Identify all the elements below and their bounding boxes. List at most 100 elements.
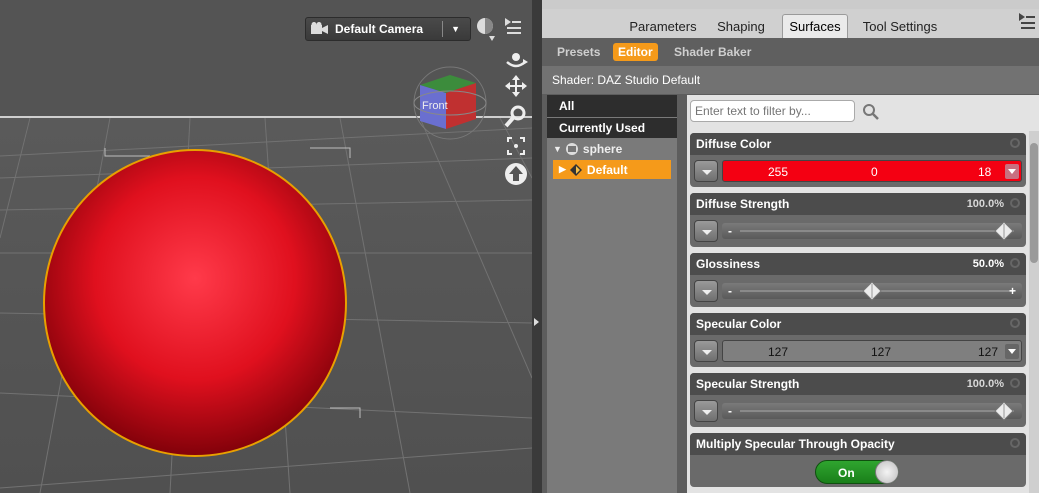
property-menu-button[interactable]	[694, 280, 718, 302]
slider-minus: -	[728, 404, 732, 418]
color-blue-value[interactable]: 18	[978, 165, 991, 179]
scrollbar-thumb[interactable]	[1030, 143, 1038, 263]
property-value: 100.0%	[966, 378, 1004, 390]
figure-node-icon	[565, 143, 578, 155]
property-specular-color: Specular Color 127 127 127	[690, 313, 1026, 367]
property-label: Specular Strength	[696, 377, 800, 391]
pane-tabbar: Parameters Shaping Surfaces Tool Setting…	[542, 9, 1039, 38]
subtab-shader-baker[interactable]: Shader Baker	[669, 43, 756, 61]
camera-label: Default Camera	[335, 22, 424, 36]
surface-subtabs: Presets Editor Shader Baker	[542, 38, 1039, 66]
property-specular-strength: Specular Strength 100.0% -	[690, 373, 1026, 427]
tab-tool-settings[interactable]: Tool Settings	[854, 14, 946, 38]
slider-track[interactable]: -	[722, 221, 1022, 241]
gear-icon[interactable]	[1009, 137, 1021, 149]
subtab-presets[interactable]: Presets	[552, 43, 605, 61]
gear-icon[interactable]	[1009, 317, 1021, 329]
toggle-label: On	[838, 466, 855, 480]
color-blue-value[interactable]: 127	[978, 345, 998, 359]
expand-arrow-icon	[534, 318, 539, 326]
separator	[442, 21, 443, 37]
color-field[interactable]: 255 0 18	[722, 160, 1022, 182]
property-label: Specular Color	[696, 317, 782, 331]
subtab-editor[interactable]: Editor	[613, 43, 658, 61]
property-menu-button[interactable]	[694, 340, 718, 362]
surface-tree: All Currently Used ▼ sphere ▶ Default	[547, 95, 677, 493]
red-sphere[interactable]	[42, 148, 348, 458]
pane-menu-icon[interactable]	[1019, 13, 1035, 31]
panel-collapse-handle[interactable]	[532, 0, 542, 493]
property-menu-button[interactable]	[694, 220, 718, 242]
pan-icon[interactable]	[504, 74, 528, 98]
draw-style-icon[interactable]	[475, 16, 497, 42]
view-cube-label: Front	[422, 100, 448, 112]
zoom-icon[interactable]	[504, 104, 528, 128]
property-label: Diffuse Strength	[696, 197, 790, 211]
color-red-value[interactable]: 255	[768, 165, 788, 179]
gear-icon[interactable]	[1009, 257, 1021, 269]
frame-icon[interactable]	[504, 134, 528, 158]
property-diffuse-color: Diffuse Color 255 0 18	[690, 133, 1026, 187]
slider-line	[740, 230, 1014, 232]
shader-label: Shader: DAZ Studio Default	[542, 66, 1039, 94]
color-picker-dropdown[interactable]	[1005, 344, 1019, 359]
slider-knob[interactable]	[862, 281, 882, 301]
property-multiply-specular-through-opacity: Multiply Specular Through Opacity On	[690, 433, 1026, 487]
color-green-value[interactable]: 127	[871, 345, 891, 359]
property-label: Glossiness	[696, 257, 761, 271]
camera-dropdown[interactable]: Default Camera ▼	[305, 17, 471, 41]
tree-item-label: sphere	[582, 142, 623, 156]
search-icon[interactable]	[862, 103, 880, 121]
property-label: Diffuse Color	[696, 137, 772, 151]
property-header: Glossiness 50.0%	[690, 253, 1026, 275]
color-green-value[interactable]: 0	[871, 165, 878, 179]
filter-input[interactable]	[690, 100, 855, 122]
property-value: 50.0%	[972, 258, 1004, 270]
property-diffuse-strength: Diffuse Strength 100.0% -	[690, 193, 1026, 247]
orbit-icon[interactable]	[504, 48, 528, 72]
tree-expand-icon[interactable]: ▼	[553, 144, 562, 154]
property-menu-button[interactable]	[694, 160, 718, 182]
scrollbar[interactable]	[1029, 131, 1039, 493]
viewport-menu-icon[interactable]	[505, 18, 521, 36]
slider-plus: +	[1008, 284, 1016, 298]
property-value: 100.0%	[966, 198, 1004, 210]
color-picker-dropdown[interactable]	[1005, 164, 1019, 179]
toggle-knob[interactable]	[875, 460, 899, 484]
slider-minus: -	[728, 224, 732, 238]
property-label: Multiply Specular Through Opacity	[696, 437, 895, 451]
toggle-switch[interactable]: On	[815, 460, 899, 484]
tab-surfaces[interactable]: Surfaces	[782, 14, 848, 38]
tab-shaping[interactable]: Shaping	[710, 14, 772, 38]
slider-track[interactable]: - +	[722, 281, 1022, 301]
property-list: Diffuse Color 255 0 18 Diffuse Strength …	[687, 95, 1039, 493]
color-field[interactable]: 127 127 127	[722, 340, 1022, 362]
slider-line	[740, 410, 1014, 412]
reset-icon[interactable]	[504, 162, 528, 186]
tree-collapsed-icon: ▶	[559, 164, 566, 174]
slider-knob[interactable]	[994, 401, 1014, 421]
property-header: Specular Color	[690, 313, 1026, 335]
pane-body: Presets Editor Shader Baker Shader: DAZ …	[542, 38, 1039, 493]
3d-viewport[interactable]: Default Camera ▼ Front	[0, 0, 532, 493]
tab-parameters[interactable]: Parameters	[622, 14, 704, 38]
color-red-value[interactable]: 127	[768, 345, 788, 359]
property-glossiness: Glossiness 50.0% - +	[690, 253, 1026, 307]
slider-track[interactable]: -	[722, 401, 1022, 421]
slider-knob[interactable]	[994, 221, 1014, 241]
tree-item-label: Default	[586, 162, 628, 177]
gear-icon[interactable]	[1009, 437, 1021, 449]
gear-icon[interactable]	[1009, 197, 1021, 209]
tree-item-all[interactable]: All	[547, 95, 677, 117]
property-header: Multiply Specular Through Opacity	[690, 433, 1026, 455]
slider-minus: -	[728, 284, 732, 298]
tree-item-default-surface[interactable]: ▶ Default	[553, 160, 671, 179]
tree-item-currently-used[interactable]: Currently Used	[547, 118, 677, 138]
property-header: Diffuse Color	[690, 133, 1026, 155]
tree-item-sphere[interactable]: ▼ sphere	[547, 139, 677, 159]
property-menu-button[interactable]	[694, 400, 718, 422]
camera-icon	[311, 22, 328, 34]
chevron-down-icon: ▼	[451, 24, 460, 34]
gear-icon[interactable]	[1009, 377, 1021, 389]
view-cube[interactable]: Front	[410, 63, 490, 143]
